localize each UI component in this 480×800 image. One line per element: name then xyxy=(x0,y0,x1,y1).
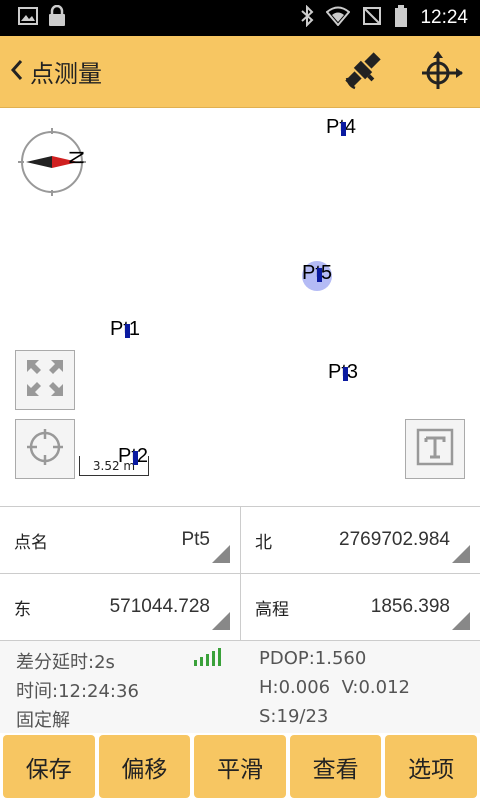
save-button[interactable]: 保存 xyxy=(3,735,95,798)
solution-text: 固定解 xyxy=(16,710,70,731)
corner-indicator-icon xyxy=(212,545,230,563)
compass-north-label: N xyxy=(64,150,87,165)
point-name-label: 点名 xyxy=(14,532,48,553)
bluetooth-icon xyxy=(300,4,314,31)
hv-precision-text: H:0.006 V:0.012 xyxy=(259,677,411,698)
pdop-text: PDOP:1.560 xyxy=(259,648,367,669)
signal-bar xyxy=(218,648,221,666)
satellite-icon xyxy=(341,48,385,96)
image-icon xyxy=(18,7,38,29)
signal-strength-icon xyxy=(194,648,221,666)
satellite-button[interactable] xyxy=(324,36,402,108)
north-label: 北 xyxy=(255,532,272,553)
zoom-extent-button[interactable] xyxy=(15,350,75,410)
point-marker xyxy=(317,268,322,282)
status-time: 12:24 xyxy=(420,7,468,28)
offset-button[interactable]: 偏移 xyxy=(98,735,191,798)
back-button[interactable]: 点测量 xyxy=(0,36,102,107)
wifi-icon xyxy=(326,6,351,30)
north-field[interactable]: 北 2769702.984 xyxy=(240,507,480,574)
east-label: 东 xyxy=(14,599,31,620)
gnss-status-panel: 差分延时:2s 时间:12:24:36 固定解 PDOP:1.560 H:0.0… xyxy=(0,641,480,733)
crosshair-icon xyxy=(23,425,67,473)
status-bar: 12:24 xyxy=(0,0,480,36)
back-chevron-icon xyxy=(8,58,26,86)
map-view[interactable]: N Pt4 Pt5 Pt1 Pt3 Pt2 xyxy=(0,108,480,506)
satellites-text: S:19/23 xyxy=(259,706,329,727)
center-location-button[interactable] xyxy=(15,419,75,479)
signal-bar xyxy=(200,657,203,666)
map-point-pt1[interactable]: Pt1 xyxy=(110,318,140,341)
signal-bar xyxy=(206,654,209,666)
elevation-value: 1856.398 xyxy=(370,596,450,617)
point-marker xyxy=(133,451,138,465)
gps-locate-icon xyxy=(418,47,464,97)
point-marker xyxy=(343,367,348,381)
east-field[interactable]: 东 571044.728 xyxy=(0,574,240,641)
compass-icon xyxy=(16,128,92,206)
map-point-pt5[interactable]: Pt5 xyxy=(302,262,332,285)
app-bar: 点测量 xyxy=(0,36,480,108)
point-marker xyxy=(341,122,346,136)
label-toggle-button[interactable] xyxy=(405,419,465,479)
battery-icon xyxy=(394,5,408,31)
point-name-field[interactable]: 点名 Pt5 xyxy=(0,507,240,574)
corner-indicator-icon xyxy=(212,612,230,630)
point-marker xyxy=(125,324,130,338)
map-point-pt2[interactable]: Pt2 xyxy=(118,445,148,468)
lock-icon xyxy=(48,4,66,31)
signal-bar xyxy=(212,651,215,666)
elevation-label: 高程 xyxy=(255,599,289,620)
view-button[interactable]: 查看 xyxy=(289,735,382,798)
point-info-panel: 点名 Pt5 北 2769702.984 东 571044.728 高程 185… xyxy=(0,506,480,641)
options-button[interactable]: 选项 xyxy=(385,735,477,798)
point-name-value: Pt5 xyxy=(181,529,210,550)
corner-indicator-icon xyxy=(452,612,470,630)
elevation-field[interactable]: 高程 1856.398 xyxy=(240,574,480,641)
north-value: 2769702.984 xyxy=(339,529,450,550)
smooth-button[interactable]: 平滑 xyxy=(194,735,286,798)
no-sim-icon xyxy=(362,6,382,30)
page-title: 点测量 xyxy=(30,60,102,88)
signal-bar xyxy=(194,660,197,666)
diff-delay-text: 差分延时:2s xyxy=(16,652,115,673)
east-value: 571044.728 xyxy=(109,596,210,617)
expand-arrows-icon xyxy=(23,356,67,404)
time-text: 时间:12:24:36 xyxy=(16,681,139,702)
locate-button[interactable] xyxy=(402,36,480,108)
text-t-icon xyxy=(415,427,455,471)
map-point-pt3[interactable]: Pt3 xyxy=(328,361,358,384)
compass[interactable]: N xyxy=(16,126,92,202)
corner-indicator-icon xyxy=(452,545,470,563)
bottom-toolbar: 保存 偏移 平滑 查看 选项 xyxy=(0,733,480,800)
map-point-pt4[interactable]: Pt4 xyxy=(326,116,356,139)
